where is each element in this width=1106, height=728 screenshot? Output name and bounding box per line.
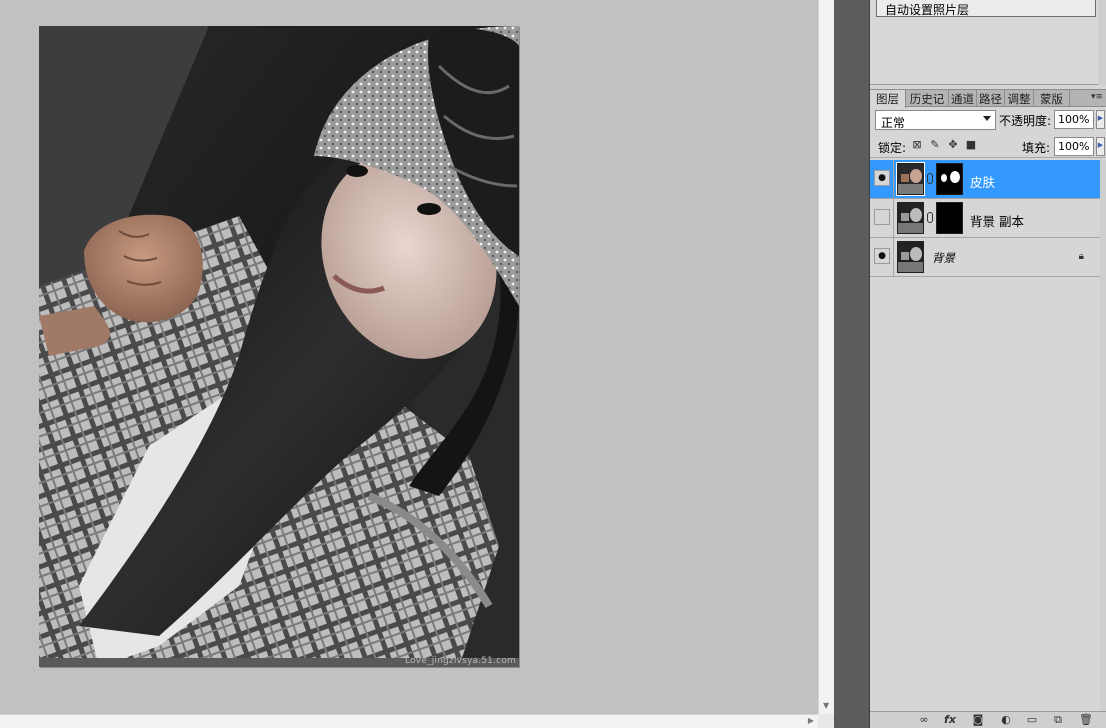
layer-lock-icon: 🔒︎ [1078,251,1084,262]
delete-layer-trash-icon[interactable]: 🗑︎ [1078,713,1094,726]
layer-style-fx-icon[interactable]: fx [942,713,958,726]
layer-row-background[interactable]: ● 背景 🔒︎ [870,238,1100,277]
layer-row-background-copy[interactable]: 背景 副本 [870,199,1100,238]
add-mask-icon[interactable]: ◙ [970,713,986,726]
lock-label: 锁定: [878,141,907,155]
new-group-folder-icon[interactable]: ▭ [1024,713,1040,726]
blend-mode-value: 正常 [881,116,906,130]
photo-image [39,26,519,667]
visibility-eye-icon[interactable]: ● [874,248,890,264]
tab-layers[interactable]: 图层 [870,90,906,108]
mask-link-icon[interactable] [927,212,933,223]
scroll-down-arrow-icon[interactable]: ▼ [823,701,829,710]
layer-name[interactable]: 皮肤 [970,172,995,191]
canvas-vertical-scrollbar[interactable]: ▼ [818,0,834,714]
blend-options-row: 正常 不透明度: 100% ▶ [870,108,1106,132]
lock-all-icon[interactable]: ■ [964,138,978,152]
fill-slider-arrow-icon[interactable]: ▶ [1096,137,1105,156]
lock-position-icon[interactable]: ✥ [946,138,960,152]
fill-label: 填充: [1022,141,1051,155]
scrollbar-corner [818,714,834,728]
lock-transparent-pixels-icon[interactable]: ⊠ [910,138,924,152]
tab-masks[interactable]: 蒙版 [1034,90,1070,107]
scroll-right-arrow-icon[interactable]: ▶ [808,716,814,725]
layer-name[interactable]: 背景 [932,250,955,266]
panel-dock-gutter [834,0,870,728]
tab-history[interactable]: 历史记 [906,90,949,107]
fill-value: 100% [1058,140,1090,153]
fill-input[interactable]: 100% [1054,137,1094,156]
panels-dock: 自动设置照片层 图层 历史记 通道 路径 调整 蒙版 ▾≡ 正常 不透明度: 1… [870,0,1106,728]
eye-divider [893,199,894,237]
new-adjustment-layer-icon[interactable]: ◐ [998,713,1014,726]
layer-row-skin[interactable]: ● 皮肤 [870,160,1100,199]
action-item[interactable]: 自动设置照片层 [876,0,1096,17]
panel-tab-bar: 图层 历史记 通道 路径 调整 蒙版 ▾≡ [870,89,1106,108]
layer-thumbnail[interactable] [897,202,924,234]
chevron-down-icon [983,116,991,121]
eye-divider [893,160,894,198]
document-canvas-area[interactable]: Love_jingzivsya.51.com [0,0,818,714]
layers-bottom-toolbar: ∞ fx ◙ ◐ ▭ ⧉ 🗑︎ [870,711,1106,728]
tab-channels[interactable]: 通道 [949,90,977,107]
opacity-label: 不透明度: [999,114,1052,128]
tab-adjustments[interactable]: 调整 [1005,90,1034,107]
layer-name[interactable]: 背景 副本 [970,211,1024,230]
opacity-slider-arrow-icon[interactable]: ▶ [1096,110,1105,129]
actions-panel: 自动设置照片层 [870,0,1106,85]
layer-mask-thumbnail[interactable] [936,202,963,234]
eye-divider [893,238,894,276]
layer-thumbnail[interactable] [896,162,925,196]
panel-menu-icon[interactable]: ▾≡ [1091,92,1103,102]
visibility-toggle-empty[interactable] [874,209,890,225]
document-photo[interactable]: Love_jingzivsya.51.com [39,26,519,667]
lock-image-pixels-icon[interactable]: ✎ [928,138,942,152]
visibility-eye-icon[interactable]: ● [874,170,890,186]
lock-row: 锁定: ⊠ ✎ ✥ ■ 填充: 100% ▶ [870,134,1106,158]
opacity-value: 100% [1058,113,1090,126]
layers-scrollbar[interactable] [1100,160,1106,711]
link-layers-icon[interactable]: ∞ [916,713,932,726]
opacity-input[interactable]: 100% [1054,110,1094,129]
tab-paths[interactable]: 路径 [977,90,1005,107]
blend-mode-select[interactable]: 正常 [875,110,996,130]
action-item-label: 自动设置照片层 [885,3,970,17]
canvas-horizontal-scrollbar[interactable]: ▶ [0,714,818,728]
new-layer-icon[interactable]: ⧉ [1050,713,1066,727]
mask-link-icon[interactable] [927,173,933,184]
photo-watermark: Love_jingzivsya.51.com [404,656,516,666]
layer-thumbnail[interactable] [897,241,924,273]
actions-scrollbar[interactable] [1098,0,1106,85]
layer-mask-thumbnail[interactable] [936,163,963,195]
